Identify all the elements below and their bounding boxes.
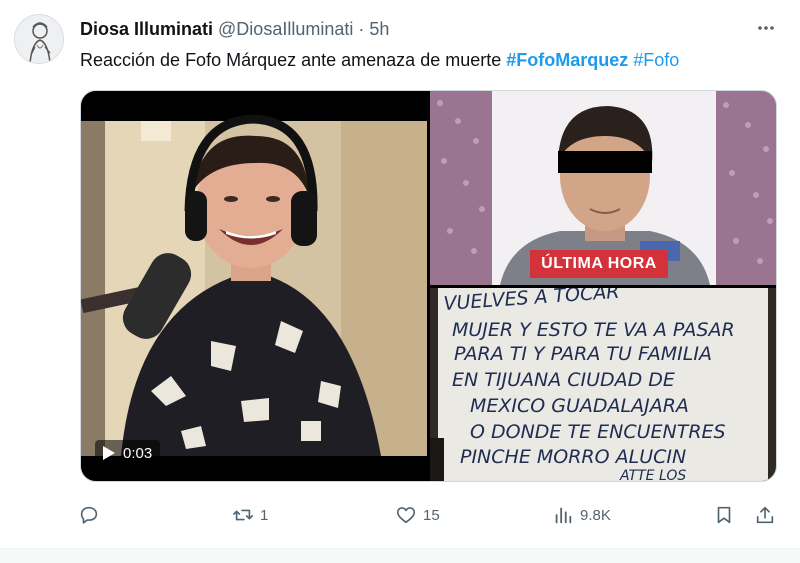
like-count: 15 <box>423 506 440 524</box>
tweet-header: Diosa Illuminati @DiosaIlluminati · 5h <box>80 17 389 41</box>
svg-text:PINCHE MORRO ALUCIN: PINCHE MORRO ALUCIN <box>460 446 686 468</box>
breaking-news-badge: ÚLTIMA HORA <box>530 250 668 278</box>
video-timestamp[interactable]: 0:03 <box>95 440 161 466</box>
tweet-card[interactable]: Diosa Illuminati @DiosaIlluminati · 5h R… <box>0 0 800 548</box>
like-button[interactable]: 15 <box>395 500 440 530</box>
video-player[interactable]: 0:03 <box>81 91 427 481</box>
hashtag-link[interactable]: #Fofo <box>633 50 679 70</box>
timestamp[interactable]: 5h <box>369 19 389 40</box>
more-dots-icon <box>758 26 774 30</box>
svg-text:O DONDE TE ENCUENTRES: O DONDE TE ENCUENTRES <box>470 421 726 443</box>
views-icon <box>555 507 572 524</box>
retweet-count: 1 <box>260 506 269 524</box>
reply-icon <box>80 506 98 524</box>
svg-text:MUJER Y ESTO TE VA A PASAR: MUJER Y ESTO TE VA A PASAR <box>452 319 735 341</box>
hashtag-link[interactable]: #FofoMarquez <box>506 50 628 70</box>
timeline-divider <box>0 548 800 563</box>
retweet-icon <box>233 509 253 521</box>
avatar-statue-icon <box>15 15 63 63</box>
share-icon <box>756 506 774 524</box>
reply-button[interactable] <box>78 500 106 530</box>
svg-text:MEXICO GUADALAJARA: MEXICO GUADALAJARA <box>470 395 689 417</box>
tweet-text: Reacción de Fofo Márquez ante amenaza de… <box>80 47 679 73</box>
more-button[interactable] <box>752 14 780 42</box>
bookmark-icon <box>717 506 731 524</box>
video-frame <box>81 91 427 481</box>
separator-dot: · <box>358 18 365 39</box>
avatar[interactable] <box>14 14 64 64</box>
views-count: 9.8K <box>580 506 611 524</box>
heart-icon <box>396 507 416 524</box>
display-name[interactable]: Diosa Illuminati <box>80 19 213 40</box>
handle[interactable]: @DiosaIlluminati <box>218 19 353 40</box>
svg-text:EN TIJUANA CIUDAD DE: EN TIJUANA CIUDAD DE <box>452 369 675 391</box>
action-bar: 1 15 9.8K <box>78 500 778 530</box>
svg-text:ATTE LOS: ATTE LOS <box>619 468 686 481</box>
retweet-button[interactable]: 1 <box>232 500 268 530</box>
play-icon <box>103 446 115 460</box>
share-button[interactable] <box>754 500 776 530</box>
media-image-sign[interactable]: VUELVES A TOCAR MUJER Y ESTO TE VA A PAS… <box>430 288 776 481</box>
bookmark-button[interactable] <box>713 500 735 530</box>
tweet-body: Reacción de Fofo Márquez ante amenaza de… <box>80 50 502 70</box>
views-button[interactable]: 9.8K <box>552 500 611 530</box>
media-grid: 0:03 ÚLTIMA HORA VUELVES A TOCAR MUJER Y… <box>80 90 777 482</box>
handwritten-sign-photo: VUELVES A TOCAR MUJER Y ESTO TE VA A PAS… <box>430 288 776 481</box>
video-time-label: 0:03 <box>123 444 153 462</box>
svg-text:PARA TI Y PARA TU FAMILIA: PARA TI Y PARA TU FAMILIA <box>454 343 712 365</box>
media-image-mugshot[interactable]: ÚLTIMA HORA <box>430 91 776 285</box>
